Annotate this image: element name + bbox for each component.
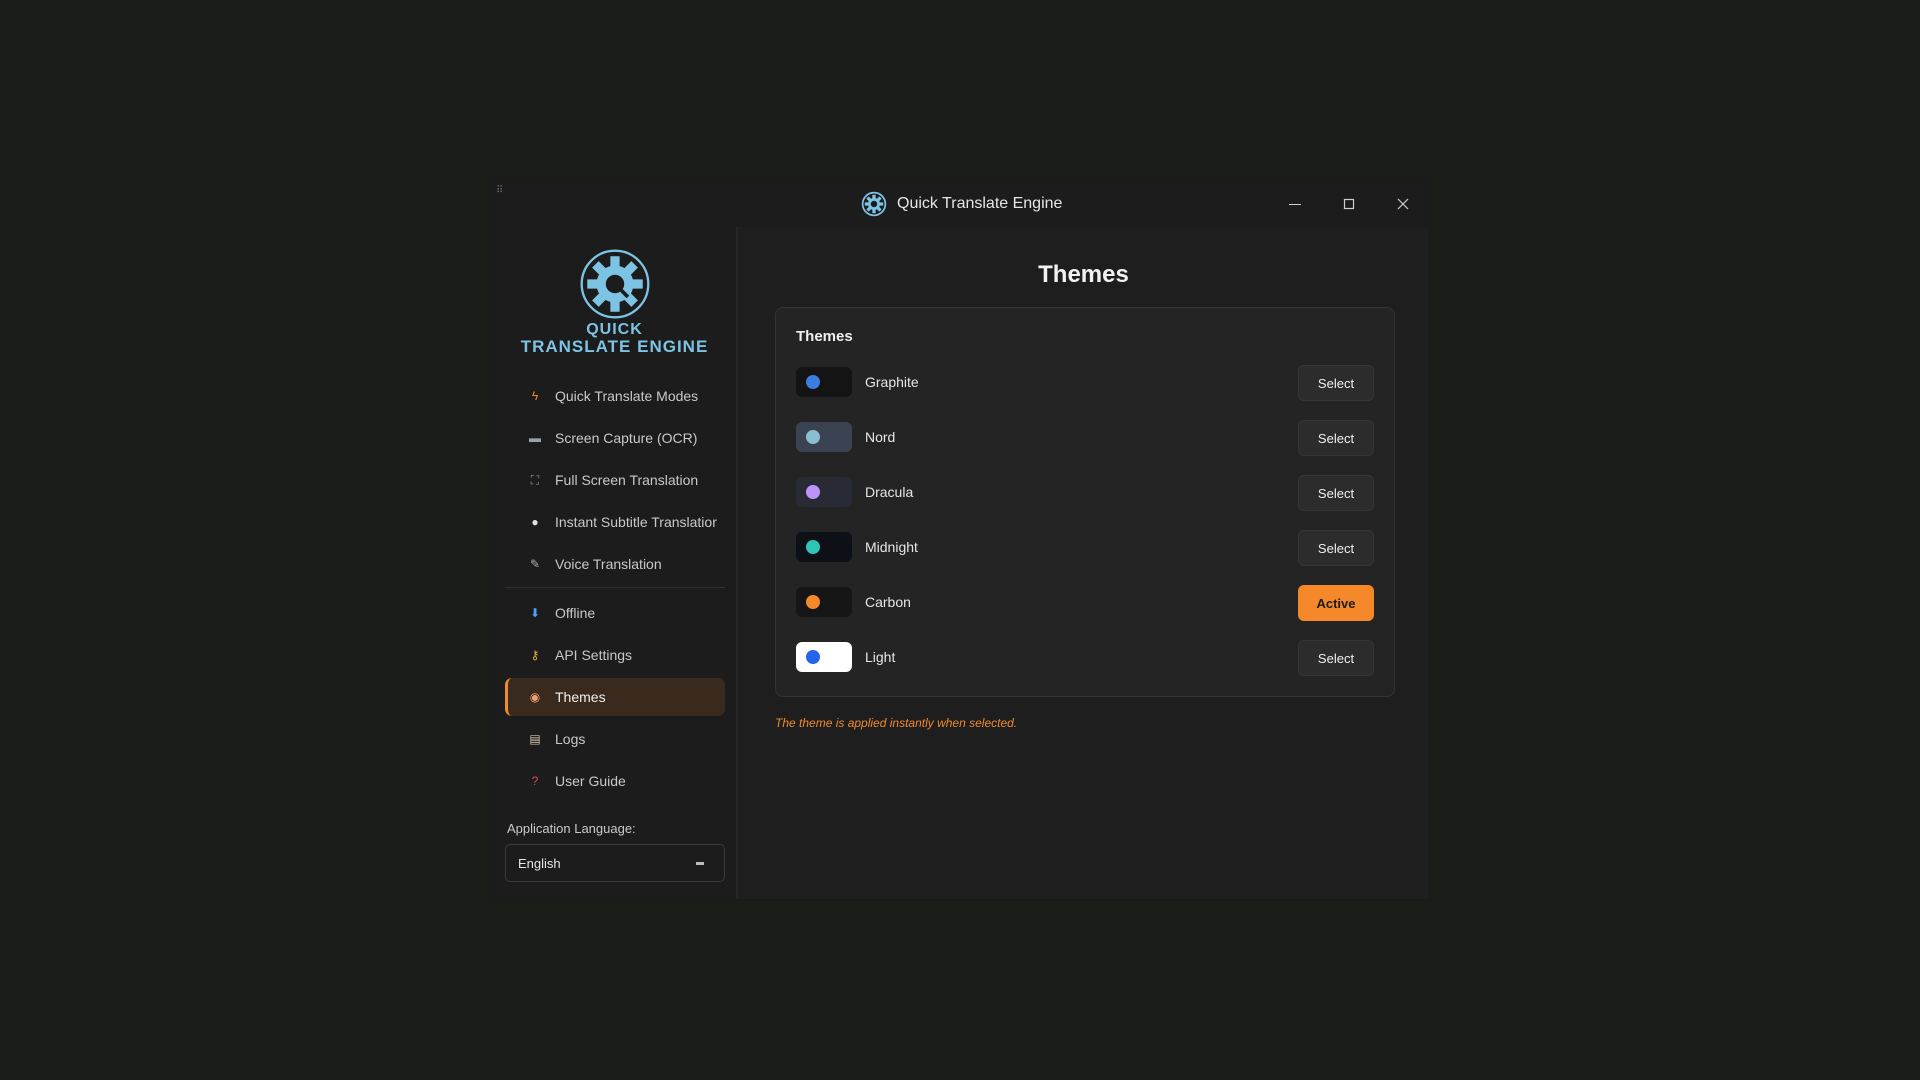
close-button[interactable] [1383, 189, 1423, 219]
minimize-button[interactable] [1275, 189, 1315, 219]
sidebar-item-label: Quick Translate Modes [555, 388, 699, 404]
theme-swatch-dot [806, 595, 820, 609]
sidebar-nav: ϟ Quick Translate Modes ▬ Screen Capture… [505, 377, 725, 804]
language-select[interactable]: English [505, 844, 725, 882]
theme-row-carbon: Carbon Active [796, 583, 1374, 621]
palette-icon: ◉ [529, 690, 541, 704]
sidebar-item-label: Screen Capture (OCR) [555, 430, 698, 446]
theme-swatch [796, 477, 852, 507]
sidebar-item-label: Full Screen Translation [555, 472, 699, 488]
sidebar-divider [505, 587, 725, 588]
theme-swatch [796, 422, 852, 452]
close-icon [1397, 198, 1409, 210]
theme-swatch [796, 642, 852, 672]
maximize-button[interactable] [1329, 189, 1369, 219]
clipboard-icon: ▤ [529, 732, 541, 746]
card-title: Themes [796, 328, 853, 345]
language-label: Application Language: [507, 821, 636, 836]
theme-name: Midnight [865, 539, 918, 555]
fullscreen-icon: ⛶ [530, 472, 540, 487]
theme-row-nord: Nord Select [796, 418, 1374, 456]
theme-swatch-dot [806, 540, 820, 554]
download-icon: ⬇ [529, 606, 541, 620]
sidebar-item-screen-capture[interactable]: ▬ Screen Capture (OCR) [505, 419, 725, 457]
theme-swatch-dot [806, 375, 820, 389]
theme-swatch-dot [806, 650, 820, 664]
theme-name: Dracula [865, 484, 914, 500]
window-title-group: Quick Translate Engine [861, 191, 1062, 217]
app-logo-icon [861, 191, 887, 217]
app-window: ⠿ Quick Translate Engine QUICK TRANSLATE… [490, 180, 1430, 900]
theme-swatch [796, 587, 852, 617]
select-theme-button[interactable]: Select [1298, 640, 1374, 676]
theme-name: Graphite [865, 374, 919, 390]
gear-logo-icon [580, 249, 649, 319]
sidebar-item-logs[interactable]: ▤ Logs [505, 720, 725, 758]
sidebar-item-label: User Guide [555, 773, 626, 789]
question-icon: ? [531, 774, 539, 788]
theme-row-light: Light Select [796, 638, 1374, 676]
sidebar-item-label: Themes [555, 689, 606, 705]
minimize-icon [1289, 204, 1301, 205]
theme-swatch-dot [806, 485, 820, 499]
sidebar-item-label: Offline [555, 605, 596, 621]
sidebar-item-user-guide[interactable]: ? User Guide [505, 762, 725, 800]
sidebar-item-instant-subtitle-translation[interactable]: ● Instant Subtitle Translatior [505, 503, 725, 541]
theme-name: Carbon [865, 594, 911, 610]
theme-name: Nord [865, 429, 896, 445]
themes-card: Themes Graphite Select Nord Select Dracu… [775, 307, 1395, 697]
window-title: Quick Translate Engine [897, 195, 1063, 212]
lightning-icon: ϟ [531, 389, 539, 403]
sidebar-item-voice-translation[interactable]: ✎ Voice Translation [505, 545, 725, 583]
sidebar-item-label: Logs [555, 731, 586, 747]
logo-text-quick: QUICK [586, 321, 643, 338]
key-icon: ⚷ [530, 648, 540, 662]
sidebar-item-themes[interactable]: ◉ Themes [505, 678, 725, 716]
theme-hint-text: The theme is applied instantly when sele… [775, 716, 1018, 730]
select-theme-button[interactable]: Select [1298, 475, 1374, 511]
sidebar-item-api-settings[interactable]: ⚷ API Settings [505, 636, 725, 674]
theme-row-dracula: Dracula Select [796, 473, 1374, 511]
app-logo: QUICK TRANSLATE ENGINE [491, 247, 738, 355]
theme-swatch [796, 367, 852, 397]
resize-grip-icon[interactable]: ⠿ [496, 185, 508, 197]
language-select-value: English [518, 855, 561, 871]
maximize-icon [1343, 198, 1355, 210]
select-theme-button[interactable]: Select [1298, 365, 1374, 401]
active-theme-button[interactable]: Active [1298, 585, 1374, 621]
title-bar[interactable]: ⠿ Quick Translate Engine [491, 181, 1429, 227]
microphone-icon: ✎ [529, 557, 541, 571]
sidebar-item-label: API Settings [555, 647, 633, 663]
keyboard-icon: ▬ [529, 431, 541, 445]
logo-text-translate-engine: TRANSLATE ENGINE [520, 337, 709, 356]
dropdown-indicator-icon [696, 862, 704, 865]
theme-swatch-dot [806, 430, 820, 444]
sidebar-item-full-screen-translation[interactable]: ⛶ Full Screen Translation [505, 461, 725, 499]
select-theme-button[interactable]: Select [1298, 420, 1374, 456]
sidebar-item-label: Instant Subtitle Translatior [555, 514, 717, 530]
theme-row-midnight: Midnight Select [796, 528, 1374, 566]
sidebar-item-label: Voice Translation [555, 556, 662, 572]
page-title: Themes [1038, 261, 1129, 288]
theme-swatch [796, 532, 852, 562]
theme-name: Light [865, 649, 896, 665]
theme-row-graphite: Graphite Select [796, 363, 1374, 401]
sidebar-item-quick-translate-modes[interactable]: ϟ Quick Translate Modes [505, 377, 725, 415]
sidebar-item-offline[interactable]: ⬇ Offline [505, 594, 725, 632]
select-theme-button[interactable]: Select [1298, 530, 1374, 566]
sidebar: QUICK TRANSLATE ENGINE ϟ Quick Translate… [491, 227, 738, 899]
speech-bubble-icon: ● [531, 515, 539, 529]
